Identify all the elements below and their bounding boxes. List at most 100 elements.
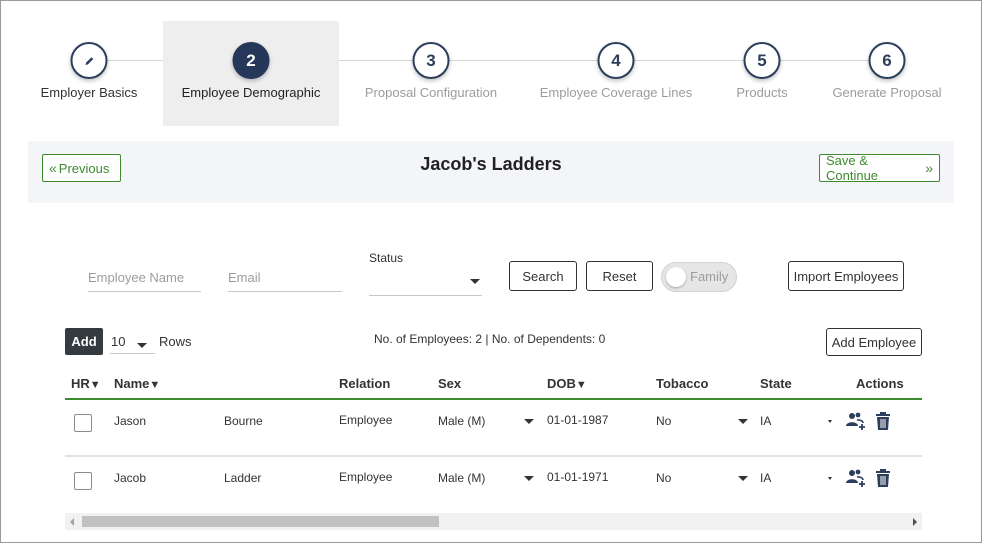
employee-dependent-counts: No. of Employees: 2 | No. of Dependents:… [374, 332, 606, 346]
column-header-label: DOB [547, 376, 576, 391]
employee-name-input[interactable]: Employee Name [88, 264, 201, 292]
add-button-label: Add [71, 334, 97, 349]
sort-down-icon: ▼ [575, 379, 587, 391]
column-header-label: HR [71, 376, 90, 391]
chevron-down-icon [524, 419, 534, 424]
scrollbar-thumb[interactable] [82, 516, 439, 527]
company-title: Jacob's Ladders [420, 154, 562, 174]
tobacco-select[interactable]: No [656, 471, 748, 485]
chevron-down-icon [828, 477, 832, 480]
step-circle [70, 42, 108, 79]
sex-value: Male (M) [438, 471, 486, 485]
horizontal-scrollbar[interactable] [65, 513, 922, 530]
chevron-down-icon [524, 476, 534, 481]
reset-button-label: Reset [602, 268, 637, 284]
column-header-label: Name [114, 376, 150, 391]
double-chevron-right-icon: » [925, 160, 933, 176]
scroll-right-arrow-icon[interactable] [913, 518, 917, 526]
trash-icon[interactable] [874, 468, 892, 488]
step-label: Employer Basics [40, 85, 138, 100]
tobacco-value: No [656, 471, 672, 485]
column-header-state: State [760, 376, 792, 391]
status-select[interactable] [369, 268, 482, 296]
sex-value: Male (M) [438, 414, 486, 428]
column-header-tobacco: Tobacco [656, 376, 709, 391]
email-placeholder: Email [228, 270, 261, 285]
step-label: Employee Coverage Lines [539, 85, 693, 100]
column-header-relation: Relation [339, 376, 391, 391]
step-label: Employee Demographic [181, 85, 321, 100]
sex-select[interactable]: Male (M) [438, 471, 534, 485]
scroll-left-arrow-icon[interactable] [70, 518, 74, 526]
add-button[interactable]: Add [65, 328, 103, 355]
column-header-dob[interactable]: DOB▼ [547, 376, 587, 391]
rows-per-page-select[interactable]: 10 [110, 330, 155, 354]
state-select[interactable]: IA [760, 471, 834, 485]
step-employer-basics[interactable]: Employer Basics [36, 21, 142, 126]
chevron-down-icon [828, 420, 832, 423]
rows-label: Rows [159, 334, 192, 349]
wizard-stepper: Employer Basics 2 Employee Demographic 3… [0, 0, 982, 130]
column-header-name[interactable]: Name▼ [114, 376, 160, 391]
last-name-cell[interactable]: Bourne [224, 414, 263, 428]
save-continue-button[interactable]: Save & Continue » [819, 153, 940, 183]
state-value: IA [760, 471, 772, 485]
state-value: IA [760, 414, 772, 428]
reset-button[interactable]: Reset [586, 261, 653, 291]
step-proposal-configuration[interactable]: 3 Proposal Configuration [360, 21, 502, 126]
step-circle: 2 [232, 42, 270, 79]
step-circle: 4 [597, 42, 635, 79]
email-input[interactable]: Email [228, 264, 342, 292]
dob-cell[interactable]: 01-01-1987 [547, 413, 608, 427]
column-header-hr[interactable]: HR▼ [71, 376, 101, 391]
rows-per-page-value: 10 [111, 334, 126, 349]
step-products[interactable]: 5 Products [722, 21, 802, 126]
pencil-icon [85, 56, 93, 65]
chevron-down-icon [470, 279, 480, 284]
sort-down-icon: ▼ [89, 379, 101, 391]
status-label: Status [369, 251, 404, 265]
column-header-actions: Actions [856, 376, 904, 391]
step-circle: 6 [868, 42, 906, 79]
sex-select[interactable]: Male (M) [438, 414, 534, 428]
import-employees-button[interactable]: Import Employees [788, 261, 904, 291]
proposal-header-bar: « Previous Jacob's Ladders Save & Contin… [28, 141, 954, 203]
family-toggle-label: Family [690, 269, 729, 284]
last-name-cell[interactable]: Ladder [224, 471, 261, 485]
employee-name-placeholder: Employee Name [88, 270, 185, 285]
toggle-knob [666, 267, 686, 287]
row-hr-checkbox[interactable] [74, 414, 92, 432]
tobacco-select[interactable]: No [656, 414, 748, 428]
sort-down-icon: ▼ [149, 379, 161, 391]
step-label: Generate Proposal [832, 85, 942, 100]
state-select[interactable]: IA [760, 414, 834, 428]
dob-cell[interactable]: 01-01-1971 [547, 470, 608, 484]
step-employee-demographic[interactable]: 2 Employee Demographic [163, 21, 339, 126]
step-circle: 5 [743, 42, 781, 79]
search-button-label: Search [522, 268, 564, 284]
trash-icon[interactable] [874, 411, 892, 431]
step-employee-coverage-lines[interactable]: 4 Employee Coverage Lines [538, 21, 694, 126]
row-hr-checkbox[interactable] [74, 472, 92, 490]
step-label: Products [736, 85, 788, 100]
step-circle: 3 [412, 42, 450, 79]
add-dependent-icon[interactable] [845, 411, 867, 431]
add-dependent-icon[interactable] [845, 468, 867, 488]
search-button[interactable]: Search [509, 261, 577, 291]
step-generate-proposal[interactable]: 6 Generate Proposal [828, 21, 946, 126]
add-employee-button[interactable]: Add Employee [826, 328, 922, 356]
first-name-cell[interactable]: Jacob [114, 471, 146, 485]
chevron-down-icon [738, 419, 748, 424]
chevron-down-icon [738, 476, 748, 481]
step-label: Proposal Configuration [364, 85, 498, 100]
relation-cell: Employee [339, 470, 393, 484]
table-header-divider [65, 398, 922, 400]
relation-cell: Employee [339, 413, 393, 427]
first-name-cell[interactable]: Jason [114, 414, 146, 428]
save-continue-label: Save & Continue [826, 153, 879, 183]
add-employee-label: Add Employee [831, 334, 917, 350]
family-toggle[interactable]: Family [661, 262, 737, 292]
tobacco-value: No [656, 414, 672, 428]
column-header-sex: Sex [438, 376, 462, 391]
import-employees-label: Import Employees [793, 268, 899, 284]
